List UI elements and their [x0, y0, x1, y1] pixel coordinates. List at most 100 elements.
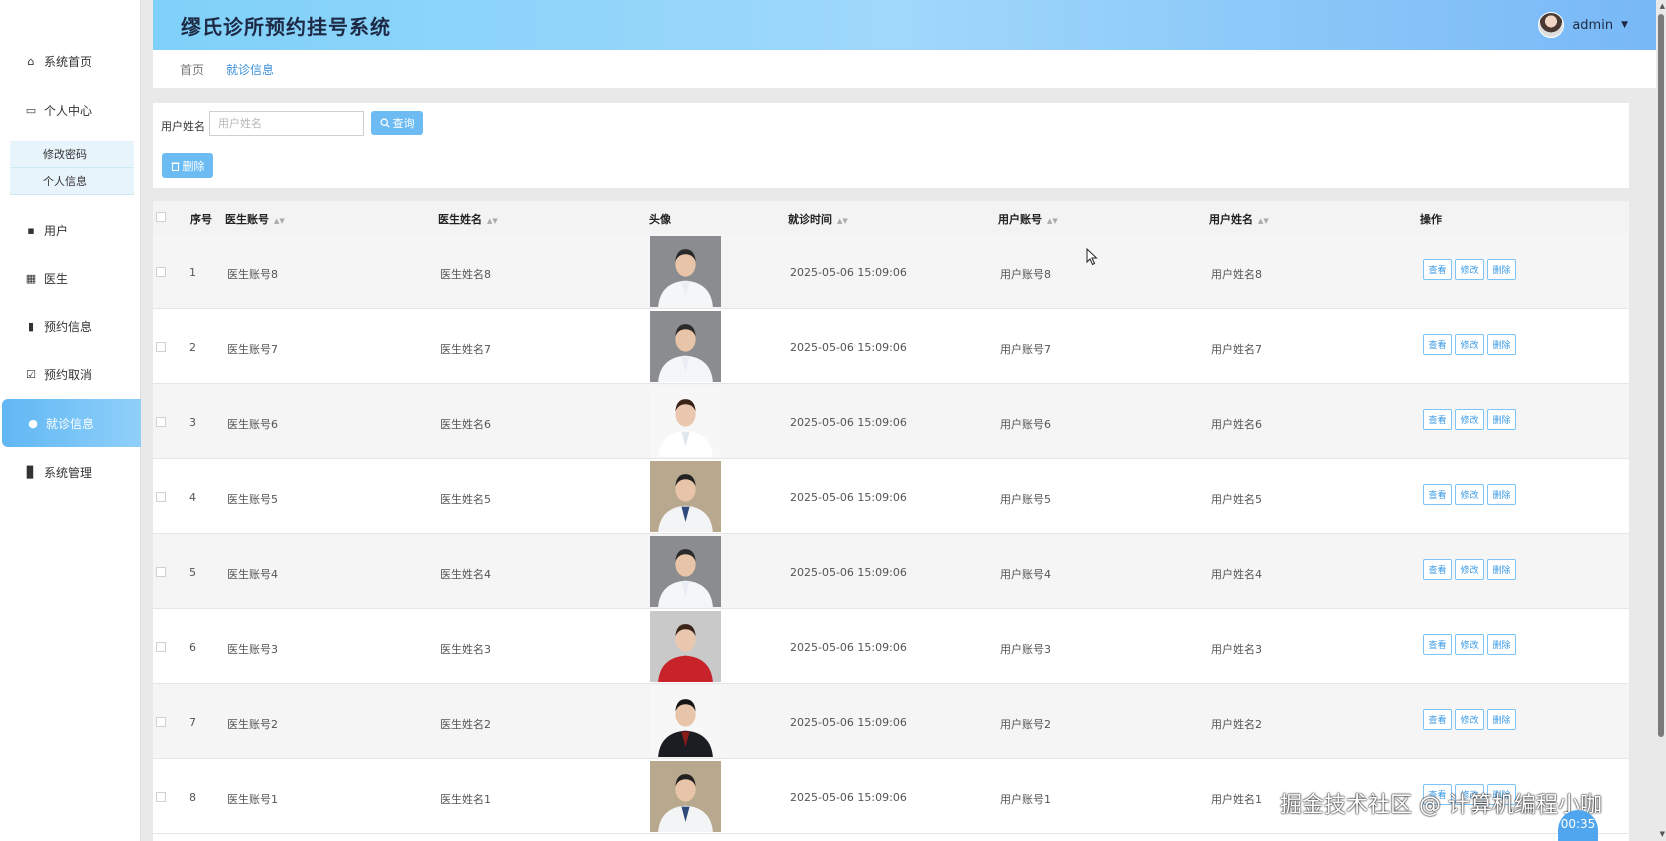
- sidebar-item-appointments[interactable]: ▮ 预约信息: [0, 302, 141, 350]
- sort-icon[interactable]: ▲▼: [1047, 217, 1058, 225]
- cell-user-name: 用户姓名1: [1211, 793, 1262, 806]
- cell-user-account: 用户账号4: [1000, 568, 1051, 581]
- cell-doctor-account: 医生账号2: [227, 718, 278, 731]
- sidebar-item-label: 就诊信息: [46, 416, 95, 431]
- delete-button[interactable]: 删除: [1487, 409, 1516, 430]
- header-actions: 操作: [1420, 213, 1442, 226]
- edit-button[interactable]: 修改: [1455, 709, 1484, 730]
- row-actions: 查看 修改 删除: [1423, 709, 1516, 730]
- breadcrumb-home[interactable]: 首页: [180, 61, 204, 78]
- view-button[interactable]: 查看: [1423, 484, 1452, 505]
- trash-icon: [171, 162, 179, 171]
- doctor-avatar-image: [650, 536, 721, 607]
- delete-button[interactable]: 删除: [1487, 259, 1516, 280]
- cell-visit-time: 2025-05-06 15:09:06: [790, 491, 907, 504]
- sidebar-item-appointment-cancel[interactable]: ☑ 预约取消: [0, 350, 141, 398]
- app-title: 缪氏诊所预约挂号系统: [181, 14, 391, 39]
- edit-button[interactable]: 修改: [1455, 634, 1484, 655]
- view-button[interactable]: 查看: [1423, 709, 1452, 730]
- cell-doctor-name: 医生姓名5: [440, 493, 491, 506]
- avatar: [1538, 12, 1565, 38]
- batch-delete-label: 删除: [182, 159, 205, 173]
- row-checkbox[interactable]: [156, 717, 166, 727]
- sidebar: ⌂ 系统首页 ▭ 个人中心 修改密码 个人信息 ▪ 用户 ▦ 医生 ▮ 预约信息…: [0, 0, 141, 841]
- cell-index: 6: [189, 641, 196, 654]
- row-checkbox[interactable]: [156, 642, 166, 652]
- cell-user-name: 用户姓名8: [1211, 268, 1262, 281]
- row-checkbox[interactable]: [156, 267, 166, 277]
- edit-button[interactable]: 修改: [1455, 409, 1484, 430]
- search-icon: [379, 118, 390, 128]
- row-checkbox[interactable]: [156, 342, 166, 352]
- cell-index: 7: [189, 716, 196, 729]
- cell-doctor-name: 医生姓名8: [440, 268, 491, 281]
- sidebar-subitem-personal-info[interactable]: 个人信息: [10, 168, 134, 195]
- sidebar-item-system-management[interactable]: ▊ 系统管理: [0, 448, 141, 496]
- cell-doctor-account: 医生账号4: [227, 568, 278, 581]
- table-row: 7 医生账号2 医生姓名2 2025-05-06 15:09:06 用户账号2 用户姓名2…: [153, 684, 1629, 759]
- sort-icon[interactable]: ▲▼: [837, 217, 848, 225]
- cell-doctor-name: 医生姓名4: [440, 568, 491, 581]
- row-checkbox[interactable]: [156, 567, 166, 577]
- view-button[interactable]: 查看: [1423, 634, 1452, 655]
- delete-button[interactable]: 删除: [1487, 334, 1516, 355]
- sidebar-item-home[interactable]: ⌂ 系统首页: [0, 37, 141, 85]
- delete-button[interactable]: 删除: [1487, 559, 1516, 580]
- delete-button[interactable]: 删除: [1487, 709, 1516, 730]
- sidebar-item-users[interactable]: ▪ 用户: [0, 206, 141, 254]
- select-all-checkbox[interactable]: [156, 212, 166, 222]
- edit-button[interactable]: 修改: [1455, 559, 1484, 580]
- sidebar-item-visit-info[interactable]: ● 就诊信息: [2, 399, 141, 447]
- header-user-name[interactable]: 用户姓名 ▲▼: [1209, 211, 1269, 227]
- sort-icon[interactable]: ▲▼: [487, 217, 498, 225]
- sidebar-item-personal-center[interactable]: ▭ 个人中心: [0, 86, 141, 134]
- search-input[interactable]: [209, 111, 364, 136]
- delete-button[interactable]: 删除: [1487, 484, 1516, 505]
- cell-visit-time: 2025-05-06 15:09:06: [790, 266, 907, 279]
- view-button[interactable]: 查看: [1423, 409, 1452, 430]
- batch-delete-button[interactable]: 删除: [162, 153, 213, 178]
- table-row: 3 医生账号6 医生姓名6 2025-05-06 15:09:06 用户账号6 用户姓名6…: [153, 384, 1629, 459]
- user-menu[interactable]: admin ▼: [1538, 12, 1628, 38]
- header-doctor-account[interactable]: 医生账号 ▲▼: [225, 211, 285, 227]
- cell-user-account: 用户账号3: [1000, 643, 1051, 656]
- row-checkbox[interactable]: [156, 792, 166, 802]
- thumbs-up-icon: ●: [28, 416, 38, 430]
- header-doctor-name[interactable]: 医生姓名 ▲▼: [438, 211, 498, 227]
- sidebar-item-label: 系统管理: [44, 465, 93, 480]
- search-panel: 用户姓名 查询 删除: [153, 103, 1629, 188]
- header-label: 医生姓名: [438, 213, 482, 226]
- row-checkbox[interactable]: [156, 417, 166, 427]
- view-button[interactable]: 查看: [1423, 334, 1452, 355]
- table-row: 4 医生账号5 医生姓名5 2025-05-06 15:09:06 用户账号5 用户姓名5…: [153, 459, 1629, 534]
- header-visit-time[interactable]: 就诊时间 ▲▼: [788, 211, 848, 227]
- delete-button[interactable]: 删除: [1487, 634, 1516, 655]
- query-button[interactable]: 查询: [371, 111, 423, 135]
- row-actions: 查看 修改 删除: [1423, 484, 1516, 505]
- row-checkbox[interactable]: [156, 492, 166, 502]
- edit-button[interactable]: 修改: [1455, 259, 1484, 280]
- cell-visit-time: 2025-05-06 15:09:06: [790, 716, 907, 729]
- cell-doctor-name: 医生姓名3: [440, 643, 491, 656]
- sidebar-item-doctors[interactable]: ▦ 医生: [0, 254, 141, 302]
- row-actions: 查看 修改 删除: [1423, 634, 1516, 655]
- cell-visit-time: 2025-05-06 15:09:06: [790, 341, 907, 354]
- scrollbar[interactable]: [1658, 14, 1664, 737]
- sidebar-subitem-change-password[interactable]: 修改密码: [10, 141, 134, 168]
- sort-icon[interactable]: ▲▼: [274, 217, 285, 225]
- view-button[interactable]: 查看: [1423, 559, 1452, 580]
- view-button[interactable]: 查看: [1423, 259, 1452, 280]
- sort-icon[interactable]: ▲▼: [1258, 217, 1269, 225]
- caret-down-icon: ▼: [1621, 20, 1628, 30]
- scroll-down-arrow[interactable]: ▼: [1660, 830, 1665, 838]
- bar-chart-icon: ▊: [26, 465, 36, 479]
- row-actions: 查看 修改 删除: [1423, 259, 1516, 280]
- header-user-account[interactable]: 用户账号 ▲▼: [998, 211, 1058, 227]
- cell-doctor-name: 医生姓名2: [440, 718, 491, 731]
- query-button-label: 查询: [392, 117, 415, 130]
- edit-button[interactable]: 修改: [1455, 334, 1484, 355]
- edit-button[interactable]: 修改: [1455, 484, 1484, 505]
- cell-user-name: 用户姓名3: [1211, 643, 1262, 656]
- scroll-up-arrow[interactable]: ▲: [1660, 2, 1665, 10]
- header-index: 序号: [190, 213, 212, 226]
